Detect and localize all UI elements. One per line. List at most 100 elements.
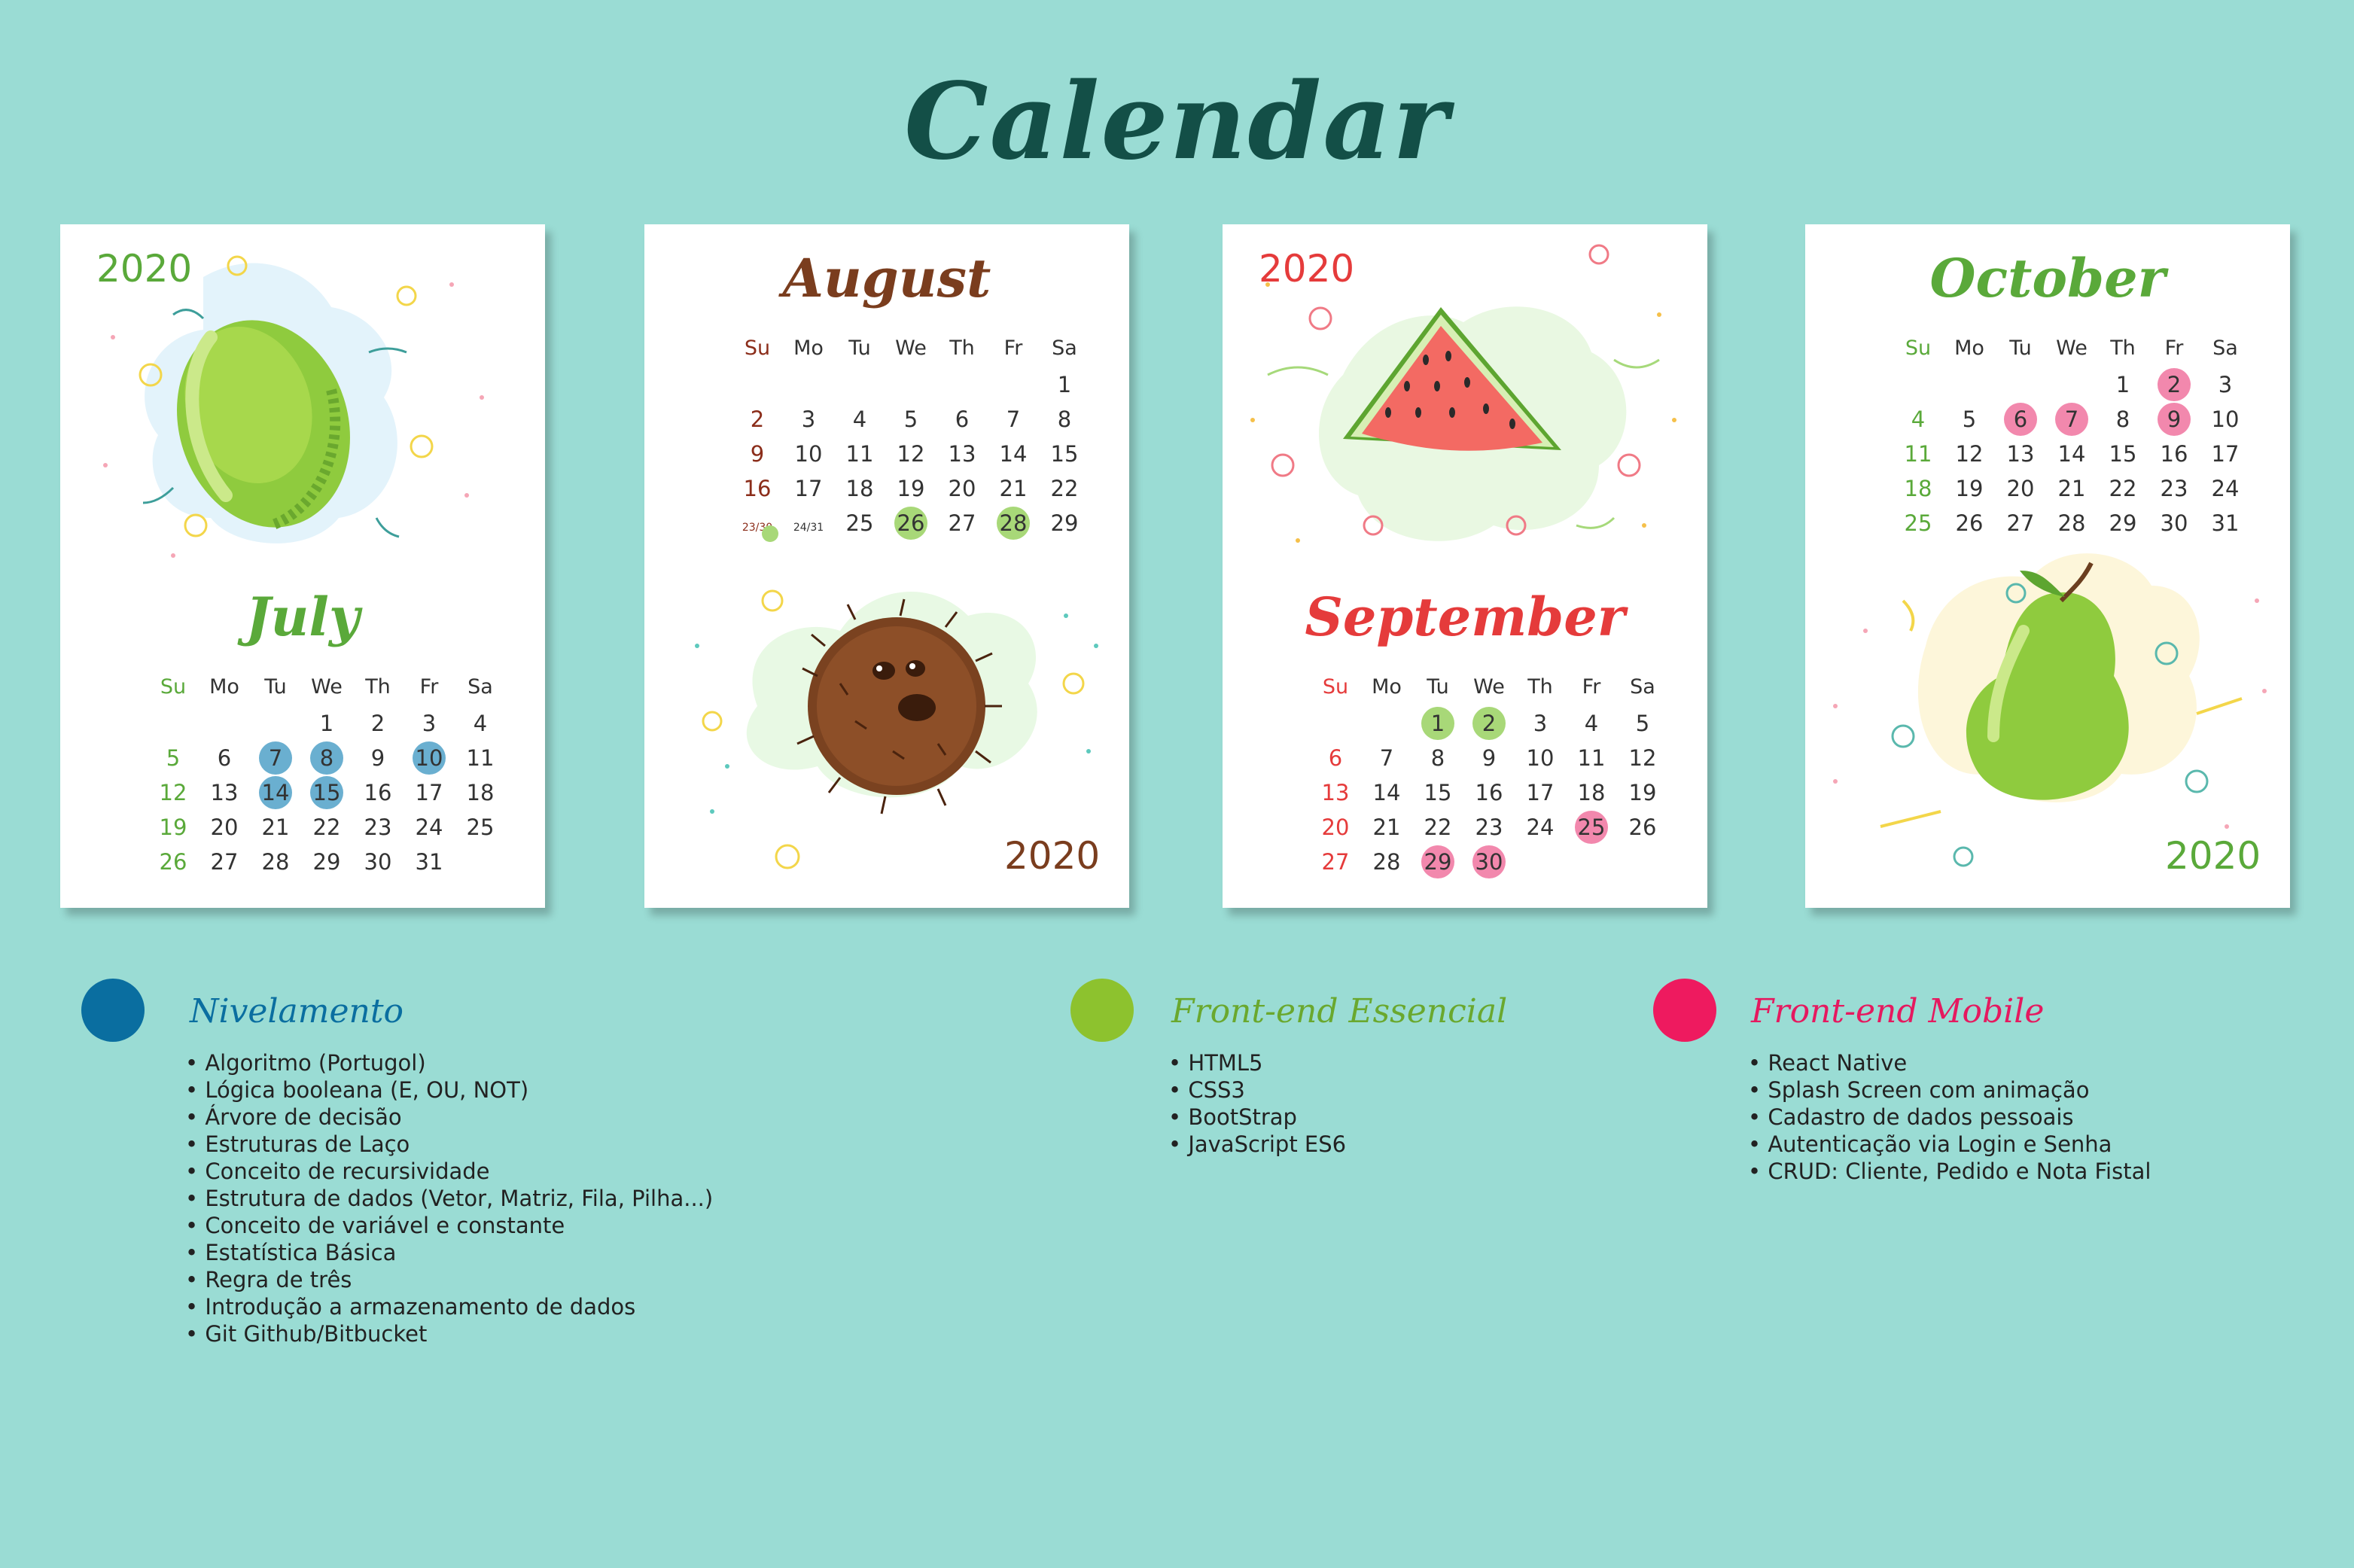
- year-label: 2020: [96, 247, 193, 291]
- empty-day: [1617, 845, 1668, 879]
- day-cell: 17: [794, 476, 823, 501]
- day-cell: 6: [955, 406, 970, 432]
- day-cell: 21: [2057, 476, 2086, 501]
- year-label: 2020: [1259, 247, 1355, 291]
- day-cell: 28: [1372, 849, 1401, 875]
- day-cell: 5: [1635, 711, 1650, 736]
- day-cell: 10: [403, 741, 455, 775]
- day-cell: 5: [1962, 406, 1977, 432]
- day-cell: 13: [2006, 441, 2035, 467]
- day-cell: 16: [743, 476, 772, 501]
- month-grid-august: Su Mo Tu We Th Fr Sa 1 2 3 4 5 6 7 8 9 10 11 12 13 14 15 16 17 1…: [732, 330, 1078, 542]
- day-cell: 15: [2109, 441, 2137, 467]
- day-cell: 11: [1577, 745, 1606, 771]
- year-label: 2020: [1004, 834, 1101, 878]
- day-cell: 19: [897, 476, 925, 501]
- legend-title-nivelamento: Nivelamento: [190, 992, 404, 1031]
- weekday-header: Tu: [848, 336, 871, 360]
- day-cell: 28: [2057, 510, 2086, 536]
- weekday-header: Su: [160, 675, 187, 699]
- day-cell: 9: [1482, 745, 1497, 771]
- weekday-header: We: [895, 336, 927, 360]
- day-cell: 21: [261, 814, 290, 840]
- day-cell-dual: 24/31: [793, 522, 824, 534]
- front-mobile-color-dot: [1653, 979, 1716, 1042]
- empty-day: [834, 367, 885, 402]
- legend-list-item: • Cadastro de dados pessoais: [1748, 1104, 2074, 1130]
- legend-list-item: • Estrutura de dados (Vetor, Matriz, Fil…: [185, 1186, 714, 1211]
- day-cell: 17: [415, 780, 443, 805]
- month-grid-october: Su Mo Tu We Th Fr Sa 1 2 3 4 5 6 7 8 9 10 11 12 13 14 15 16 17 1…: [1893, 330, 2240, 540]
- day-cell: 12: [1628, 745, 1657, 771]
- day-cell: 11: [845, 441, 874, 467]
- calendar-card-september: 2020 September Su Mo Tu We Th Fr Sa 1 2 3 4 5 6 7 8 9 10…: [1223, 224, 1707, 908]
- highlight-marker: [762, 525, 778, 542]
- legend-list-item: • Introdução a armazenamento de dados: [185, 1294, 636, 1320]
- day-cell: 8: [2115, 406, 2130, 432]
- legend-list-item: • CRUD: Cliente, Pedido e Nota Fistal: [1748, 1158, 2151, 1184]
- empty-day: [732, 367, 783, 402]
- day-cell: 9: [370, 745, 385, 771]
- day-cell: 21: [1372, 814, 1401, 840]
- legend-title-front-essencial: Front-end Essencial: [1171, 992, 1508, 1031]
- day-cell: 26: [885, 506, 936, 540]
- calendar-card-october: October Su Mo Tu We Th Fr Sa 1 2 3 4 5 6 7 8 9 10 11 12 13 1…: [1805, 224, 2290, 908]
- day-cell: 26: [1628, 814, 1657, 840]
- day-cell: 25: [1904, 510, 1932, 536]
- legend-list-front-essencial: • HTML5 • CSS3 • BootStrap • JavaScript ES6: [1168, 1049, 1346, 1158]
- day-cell: 14: [1372, 780, 1401, 805]
- legend-list-item: • Estatística Básica: [185, 1240, 397, 1265]
- weekday-header: Su: [744, 336, 771, 360]
- legend-list-item: • Autenticação via Login e Senha: [1748, 1131, 2112, 1157]
- day-cell: 20: [210, 814, 239, 840]
- day-cell: 29: [1412, 845, 1463, 879]
- day-cell: 18: [1904, 476, 1932, 501]
- day-cell: 13: [948, 441, 976, 467]
- day-cell: 7: [1006, 406, 1021, 432]
- day-cell: 23: [1475, 814, 1503, 840]
- legend-title-front-mobile: Front-end Mobile: [1751, 992, 2045, 1031]
- day-cell: 22: [312, 814, 341, 840]
- day-cell: 22: [2109, 476, 2137, 501]
- day-cell: 4: [852, 406, 867, 432]
- weekday-header: We: [311, 675, 343, 699]
- day-cell: 15: [301, 775, 352, 810]
- day-cell: 24: [415, 814, 443, 840]
- weekday-header: Sa: [467, 675, 493, 699]
- empty-day: [1310, 706, 1361, 741]
- day-cell: 7: [250, 741, 301, 775]
- day-cell: 17: [1526, 780, 1555, 805]
- day-cell: 8: [301, 741, 352, 775]
- weekday-header: Th: [1527, 675, 1553, 699]
- page-title: Calendar: [904, 60, 1450, 184]
- day-cell: 4: [1584, 711, 1599, 736]
- day-cell: 24: [2211, 476, 2240, 501]
- day-cell: 14: [999, 441, 1028, 467]
- weekday-header: Mo: [793, 336, 824, 360]
- day-cell: 27: [2006, 510, 2035, 536]
- year-label: 2020: [2165, 834, 2261, 878]
- empty-day: [1893, 367, 1944, 402]
- day-cell: 4: [473, 711, 488, 736]
- weekday-header: Mo: [209, 675, 239, 699]
- day-cell: 30: [1463, 845, 1515, 879]
- empty-day: [1361, 706, 1412, 741]
- day-cell: 17: [2211, 441, 2240, 467]
- legend-list-item: • Conceito de variável e constante: [185, 1213, 565, 1238]
- legend-list-item: • JavaScript ES6: [1168, 1131, 1347, 1157]
- day-cell: 2: [370, 711, 385, 736]
- day-cell: 26: [159, 849, 187, 875]
- day-cell: 1: [319, 711, 334, 736]
- legend-list-item: • Git Github/Bitbucket: [185, 1321, 428, 1347]
- day-cell: 23: [2160, 476, 2188, 501]
- weekday-header: Sa: [1052, 336, 1077, 360]
- legend-list-item: • Lógica booleana (E, OU, NOT): [185, 1077, 529, 1103]
- day-cell: 27: [948, 510, 976, 536]
- month-title-august: August: [782, 247, 991, 309]
- day-cell: 14: [250, 775, 301, 810]
- legend-list-item: • Conceito de recursividade: [185, 1158, 490, 1184]
- day-cell: 18: [1577, 780, 1606, 805]
- legend-list-item: • HTML5: [1168, 1050, 1263, 1076]
- day-cell: 29: [1050, 510, 1079, 536]
- weekday-header: Tu: [1427, 675, 1449, 699]
